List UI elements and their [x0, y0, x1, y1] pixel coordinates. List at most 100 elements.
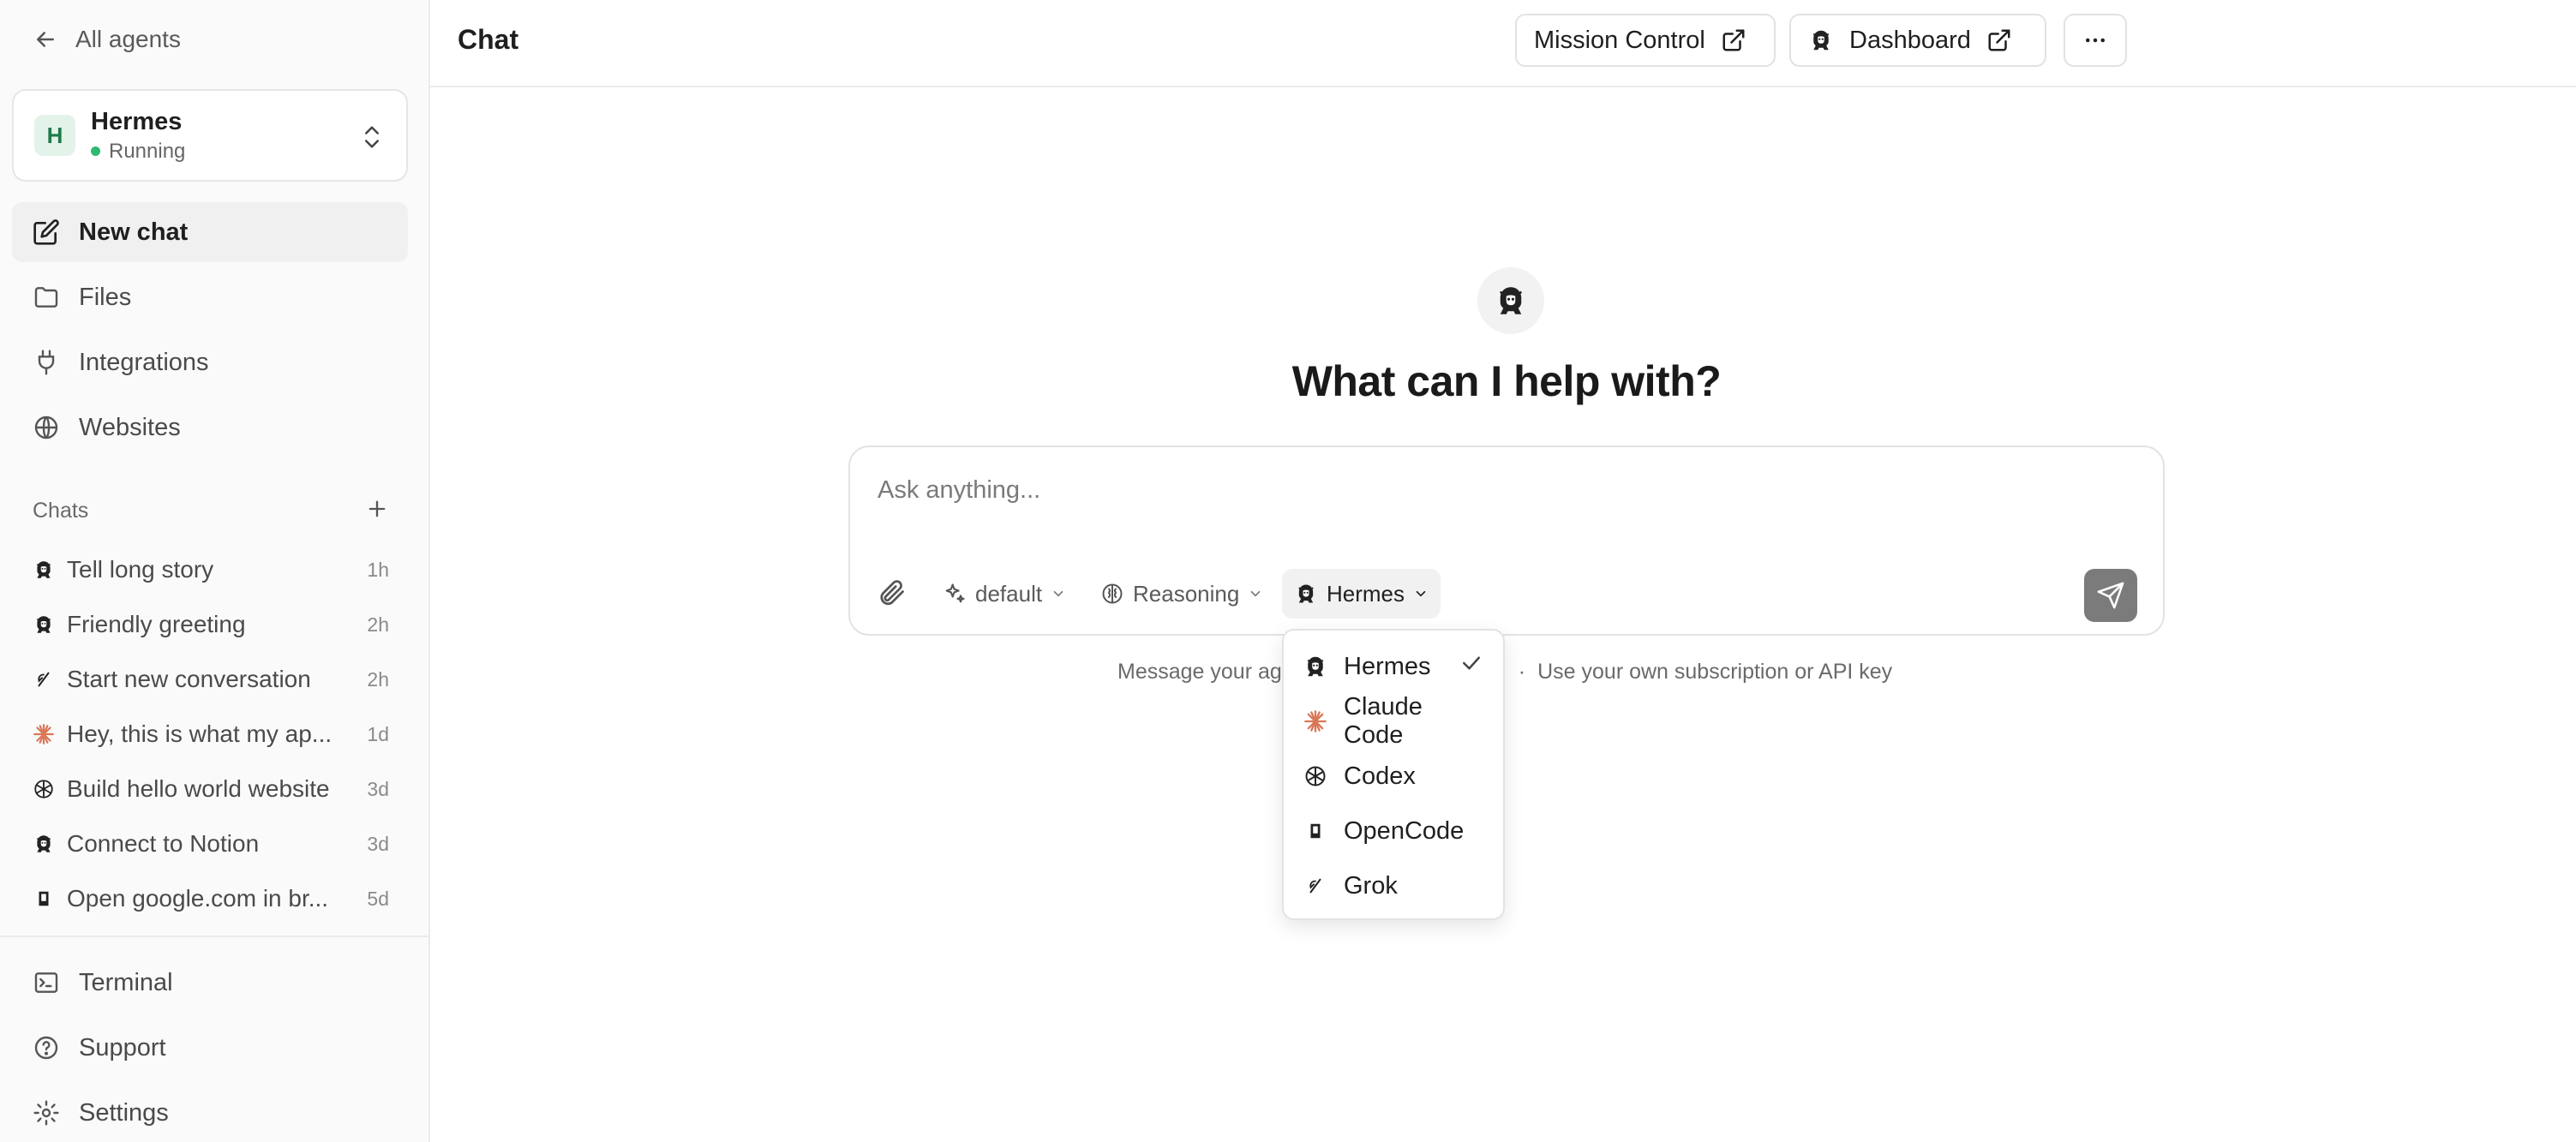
chat-list-item[interactable]: Open google.com in br... 5d — [33, 871, 389, 926]
status-dot-icon — [91, 146, 100, 156]
grok-icon — [33, 668, 55, 691]
footer-right-text: Use your own subscription or API key — [1537, 660, 1893, 684]
claude-icon — [33, 723, 55, 745]
model-option-opencode[interactable]: OpenCode — [1284, 804, 1503, 858]
new-chat-button[interactable] — [365, 497, 389, 525]
agent-switcher[interactable]: H Hermes Running — [12, 89, 408, 182]
chat-title: Build hello world website — [67, 775, 330, 802]
external-link-icon — [1721, 27, 1746, 53]
terminal-icon — [34, 972, 58, 993]
primary-nav: New chat Files Integrations Websites — [12, 202, 408, 463]
hermes-icon — [1493, 283, 1529, 319]
edit-icon — [33, 219, 59, 245]
chat-list-item[interactable]: Hey, this is what my ap... 1d — [33, 707, 389, 762]
message-input[interactable] — [878, 476, 2077, 505]
reasoning-selector[interactable]: Reasoning — [1088, 569, 1275, 619]
claude-icon — [1303, 709, 1328, 734]
mode-label: default — [975, 580, 1043, 607]
chats-header: Chats — [33, 497, 389, 525]
composer-footer-note: Message your ag · Use your own subscriptio… — [1117, 660, 1974, 685]
hero-title: What can I help with? — [1291, 357, 1722, 405]
model-option-codex[interactable]: Codex — [1284, 749, 1503, 804]
nav-item-support[interactable]: Support — [12, 1018, 408, 1078]
dashboard-label: Dashboard — [1849, 26, 1971, 54]
chat-time: 1d — [367, 722, 389, 745]
dashboard-button[interactable]: Dashboard — [1789, 14, 2046, 67]
chat-time: 1h — [367, 558, 389, 581]
model-option-grok[interactable]: Grok — [1284, 858, 1503, 913]
external-link-icon — [1986, 27, 2012, 53]
chat-list-item[interactable]: Friendly greeting 2h — [33, 597, 389, 652]
nav-item-new-chat[interactable]: New chat — [12, 202, 408, 262]
all-agents-link[interactable]: All agents — [33, 26, 181, 53]
nav-item-terminal[interactable]: Terminal — [12, 953, 408, 1013]
hermes-icon — [33, 613, 55, 636]
more-options-button[interactable] — [2064, 14, 2127, 67]
chevron-down-icon — [1248, 586, 1263, 601]
hermes-icon — [1294, 582, 1318, 606]
gear-icon — [33, 1100, 59, 1126]
chat-title: Hey, this is what my ap... — [67, 720, 332, 747]
send-button[interactable] — [2084, 569, 2137, 622]
chevron-down-icon — [1413, 586, 1429, 601]
page-title: Chat — [458, 24, 519, 55]
hermes-icon — [1303, 654, 1328, 679]
nav-item-websites[interactable]: Websites — [12, 398, 408, 457]
sidebar: All agents H Hermes Running New chat Fil… — [0, 0, 430, 1142]
model-option-hermes[interactable]: Hermes — [1284, 639, 1503, 694]
nav-label: Support — [79, 1033, 166, 1061]
codex-icon — [33, 778, 55, 800]
model-label: Hermes — [1327, 580, 1405, 607]
send-icon — [2097, 582, 2124, 609]
more-horizontal-icon — [2086, 38, 2105, 43]
nav-label: Settings — [79, 1098, 169, 1127]
chat-list: Tell long story 1h Friendly greeting 2h … — [33, 542, 389, 926]
chat-time: 5d — [367, 887, 389, 910]
nav-label: Websites — [79, 413, 181, 441]
paperclip-icon[interactable] — [876, 577, 907, 608]
arrow-left-icon — [37, 32, 54, 47]
chat-time: 2h — [367, 667, 389, 691]
codex-icon — [1303, 763, 1328, 789]
opencode-icon — [1303, 818, 1328, 844]
chat-list-item[interactable]: Build hello world website 3d — [33, 762, 389, 816]
agent-status-label: Running — [109, 139, 186, 163]
model-option-label: Codex — [1344, 762, 1416, 790]
model-option-label: Claude Code — [1344, 693, 1423, 749]
mode-selector[interactable]: default — [931, 569, 1078, 619]
chevrons-up-down-icon — [365, 126, 379, 148]
top-bar: Chat — [430, 0, 2576, 87]
model-option-claude-code[interactable]: Claude Code — [1284, 693, 1503, 749]
globe-icon — [34, 416, 58, 439]
chat-list-item[interactable]: Connect to Notion 3d — [33, 816, 389, 871]
bottom-nav: Terminal Support Settings — [12, 953, 408, 1142]
help-circle-icon — [34, 1036, 58, 1060]
chat-time: 2h — [367, 613, 389, 636]
chats-title: Chats — [33, 499, 89, 523]
nav-label: Integrations — [79, 348, 209, 376]
reasoning-label: Reasoning — [1133, 580, 1240, 607]
footer-left-text: Message your ag — [1117, 660, 1282, 684]
nav-item-settings[interactable]: Settings — [12, 1083, 408, 1142]
model-selector[interactable]: Hermes — [1282, 569, 1441, 619]
mission-control-button[interactable]: Mission Control — [1515, 14, 1776, 67]
chat-list-item[interactable]: Start new conversation 2h — [33, 652, 389, 707]
folder-icon — [34, 287, 58, 308]
hermes-icon — [33, 559, 55, 581]
model-dropdown-menu: Hermes Claude Code Codex OpenCode Grok — [1282, 629, 1505, 920]
nav-item-files[interactable]: Files — [12, 267, 408, 327]
hermes-icon — [1808, 27, 1834, 53]
chat-list-item[interactable]: Tell long story 1h — [33, 542, 389, 597]
nav-item-integrations[interactable]: Integrations — [12, 332, 408, 392]
agent-name: Hermes — [91, 107, 183, 135]
all-agents-label: All agents — [75, 26, 181, 52]
mission-control-label: Mission Control — [1534, 26, 1705, 54]
brain-icon — [1102, 583, 1123, 604]
chat-title: Connect to Notion — [67, 830, 260, 857]
agent-hero-avatar — [1477, 267, 1544, 334]
nav-label: Terminal — [79, 968, 173, 996]
model-option-label: Hermes — [1344, 652, 1431, 680]
plus-icon — [368, 500, 386, 517]
plug-icon — [38, 350, 55, 375]
chat-title: Friendly greeting — [67, 611, 246, 637]
